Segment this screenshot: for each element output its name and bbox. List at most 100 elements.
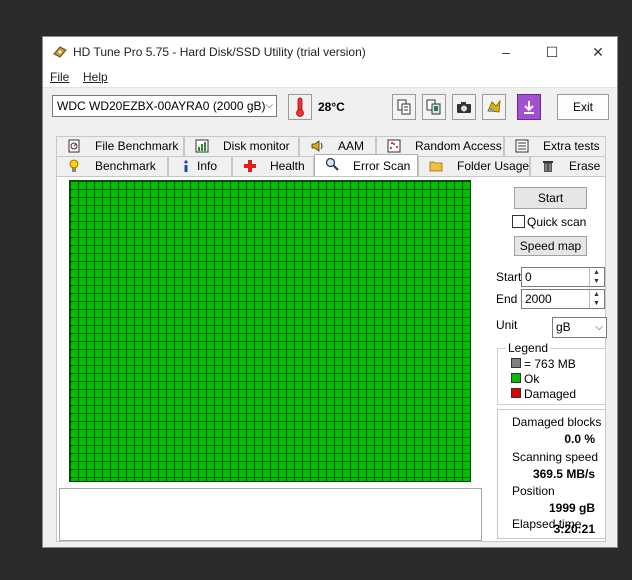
trash-icon bbox=[543, 161, 553, 172]
tab-health[interactable]: Health bbox=[232, 156, 314, 176]
minimize-button[interactable]: – bbox=[483, 37, 529, 67]
random-access-icon bbox=[387, 139, 401, 153]
red-swatch bbox=[511, 388, 521, 398]
start-input[interactable]: 0 ▲ ▼ bbox=[521, 267, 605, 287]
thermometer-button[interactable] bbox=[288, 94, 312, 120]
legend-ok: Ok bbox=[524, 372, 540, 386]
quick-scan-label: Quick scan bbox=[527, 215, 587, 229]
legend-row-ok: Ok bbox=[511, 372, 539, 386]
tab-label: Error Scan bbox=[353, 159, 411, 173]
camera-icon bbox=[457, 102, 471, 113]
damaged-blocks-value: 0.0 % bbox=[564, 432, 595, 446]
drive-select[interactable]: WDC WD20EZBX-00AYRA0 (2000 gB) ⌵ bbox=[52, 95, 277, 117]
app-logo-icon bbox=[53, 46, 67, 58]
green-swatch bbox=[511, 373, 521, 383]
tab-random-access[interactable]: Random Access bbox=[376, 136, 504, 156]
tab-folder-usage[interactable]: Folder Usage bbox=[418, 156, 530, 176]
arrow-down-icon: ▼ bbox=[593, 300, 600, 307]
save-button[interactable] bbox=[517, 94, 541, 120]
download-icon bbox=[524, 101, 534, 114]
magnifier-icon bbox=[325, 157, 339, 171]
copy-all-icon bbox=[426, 99, 441, 115]
start-field-label: Start bbox=[496, 270, 522, 284]
start-spinner[interactable]: ▲ ▼ bbox=[589, 268, 604, 286]
tab-row-bottom: Benchmark Info Health Error Scan Folder … bbox=[56, 154, 606, 176]
exit-button[interactable]: Exit bbox=[557, 94, 609, 120]
lightbulb-icon bbox=[69, 159, 79, 172]
tab-error-scan[interactable]: Error Scan bbox=[314, 154, 418, 176]
speed-map-button[interactable]: Speed map bbox=[514, 236, 587, 256]
menu-help[interactable]: Help bbox=[83, 70, 108, 84]
position-value: 1999 gB bbox=[548, 501, 595, 515]
tab-label: Benchmark bbox=[95, 159, 156, 173]
scan-block-map bbox=[69, 180, 471, 482]
health-cross-icon bbox=[244, 160, 256, 172]
tab-label: Extra tests bbox=[543, 139, 600, 153]
disk-monitor-icon bbox=[195, 139, 209, 153]
stats-box: Damaged blocks 0.0 % Scanning speed 369.… bbox=[497, 409, 606, 539]
toolbar: WDC WD20EZBX-00AYRA0 (2000 gB) ⌵ 28°C Ex… bbox=[43, 88, 617, 126]
end-spinner[interactable]: ▲ ▼ bbox=[589, 290, 604, 308]
copy-button[interactable] bbox=[392, 94, 416, 120]
close-button[interactable]: ✕ bbox=[575, 37, 621, 67]
tab-erase[interactable]: Erase bbox=[530, 156, 606, 176]
folder-icon bbox=[429, 161, 443, 172]
file-benchmark-icon bbox=[68, 139, 80, 153]
title-bar: HD Tune Pro 5.75 - Hard Disk/SSD Utility… bbox=[43, 37, 617, 67]
quick-scan-checkbox[interactable] bbox=[512, 215, 525, 228]
extra-tests-icon bbox=[515, 139, 529, 153]
tab-label: Random Access bbox=[415, 139, 502, 153]
damaged-blocks-label: Damaged blocks bbox=[512, 415, 602, 429]
start-button[interactable]: Start bbox=[514, 187, 587, 209]
maximize-button[interactable]: ☐ bbox=[529, 37, 575, 67]
arrow-up-icon: ▲ bbox=[593, 291, 600, 298]
end-input[interactable]: 2000 ▲ ▼ bbox=[521, 289, 605, 309]
options-button[interactable] bbox=[482, 94, 506, 120]
tab-label: Disk monitor bbox=[223, 139, 290, 153]
app-window: HD Tune Pro 5.75 - Hard Disk/SSD Utility… bbox=[42, 36, 618, 548]
tab-file-benchmark[interactable]: File Benchmark bbox=[56, 136, 184, 156]
legend-block-size: = 763 MB bbox=[524, 357, 576, 371]
temperature-readout: 28°C bbox=[318, 100, 345, 114]
legend-row-damaged: Damaged bbox=[511, 387, 576, 401]
legend-damaged: Damaged bbox=[524, 387, 577, 401]
chevron-down-icon: ⌵ bbox=[265, 100, 273, 111]
tab-label: File Benchmark bbox=[95, 139, 179, 153]
thermometer-icon bbox=[296, 97, 304, 117]
position-label: Position bbox=[512, 484, 555, 498]
tab-disk-monitor[interactable]: Disk monitor bbox=[184, 136, 299, 156]
tab-info[interactable]: Info bbox=[168, 156, 232, 176]
tab-extra-tests[interactable]: Extra tests bbox=[504, 136, 606, 156]
tab-row-top: File Benchmark Disk monitor AAM Random A… bbox=[56, 136, 606, 156]
speaker-icon bbox=[311, 140, 323, 152]
tab-benchmark[interactable]: Benchmark bbox=[56, 156, 168, 176]
end-field-label: End bbox=[496, 292, 518, 306]
tab-label: Health bbox=[270, 159, 305, 173]
unit-select-value: gB bbox=[556, 320, 571, 334]
drive-select-value: WDC WD20EZBX-00AYRA0 (2000 gB) bbox=[57, 99, 266, 113]
tab-label: Erase bbox=[569, 159, 601, 173]
chevron-down-icon: ⌵ bbox=[595, 322, 603, 333]
legend-title: Legend bbox=[506, 341, 551, 355]
scan-log-box[interactable] bbox=[59, 488, 482, 541]
screenshot-button[interactable] bbox=[452, 94, 476, 120]
tab-aam[interactable]: AAM bbox=[299, 136, 376, 156]
end-input-value: 2000 bbox=[525, 292, 552, 306]
arrow-up-icon: ▲ bbox=[593, 269, 600, 276]
menu-bar: File Help bbox=[43, 67, 617, 88]
error-scan-panel: Start Quick scan Speed map Start 0 ▲ ▼ E… bbox=[56, 176, 607, 542]
copy-icon bbox=[397, 99, 411, 115]
scanning-speed-value: 369.5 MB/s bbox=[532, 467, 595, 481]
info-icon bbox=[184, 160, 188, 172]
unit-select[interactable]: gB ⌵ bbox=[552, 317, 607, 338]
legend-row-block: = 763 MB bbox=[511, 357, 576, 371]
options-icon bbox=[487, 99, 501, 113]
tab-label: Info bbox=[197, 159, 218, 173]
arrow-down-icon: ▼ bbox=[593, 278, 600, 285]
menu-file[interactable]: File bbox=[50, 70, 69, 84]
copy-all-button[interactable] bbox=[422, 94, 446, 120]
tab-label: Folder Usage bbox=[457, 159, 530, 173]
scanning-speed-label: Scanning speed bbox=[512, 450, 599, 464]
legend-box: Legend = 763 MB Ok Damaged bbox=[497, 341, 606, 405]
elapsed-time-value: 3:20:21 bbox=[553, 522, 595, 536]
